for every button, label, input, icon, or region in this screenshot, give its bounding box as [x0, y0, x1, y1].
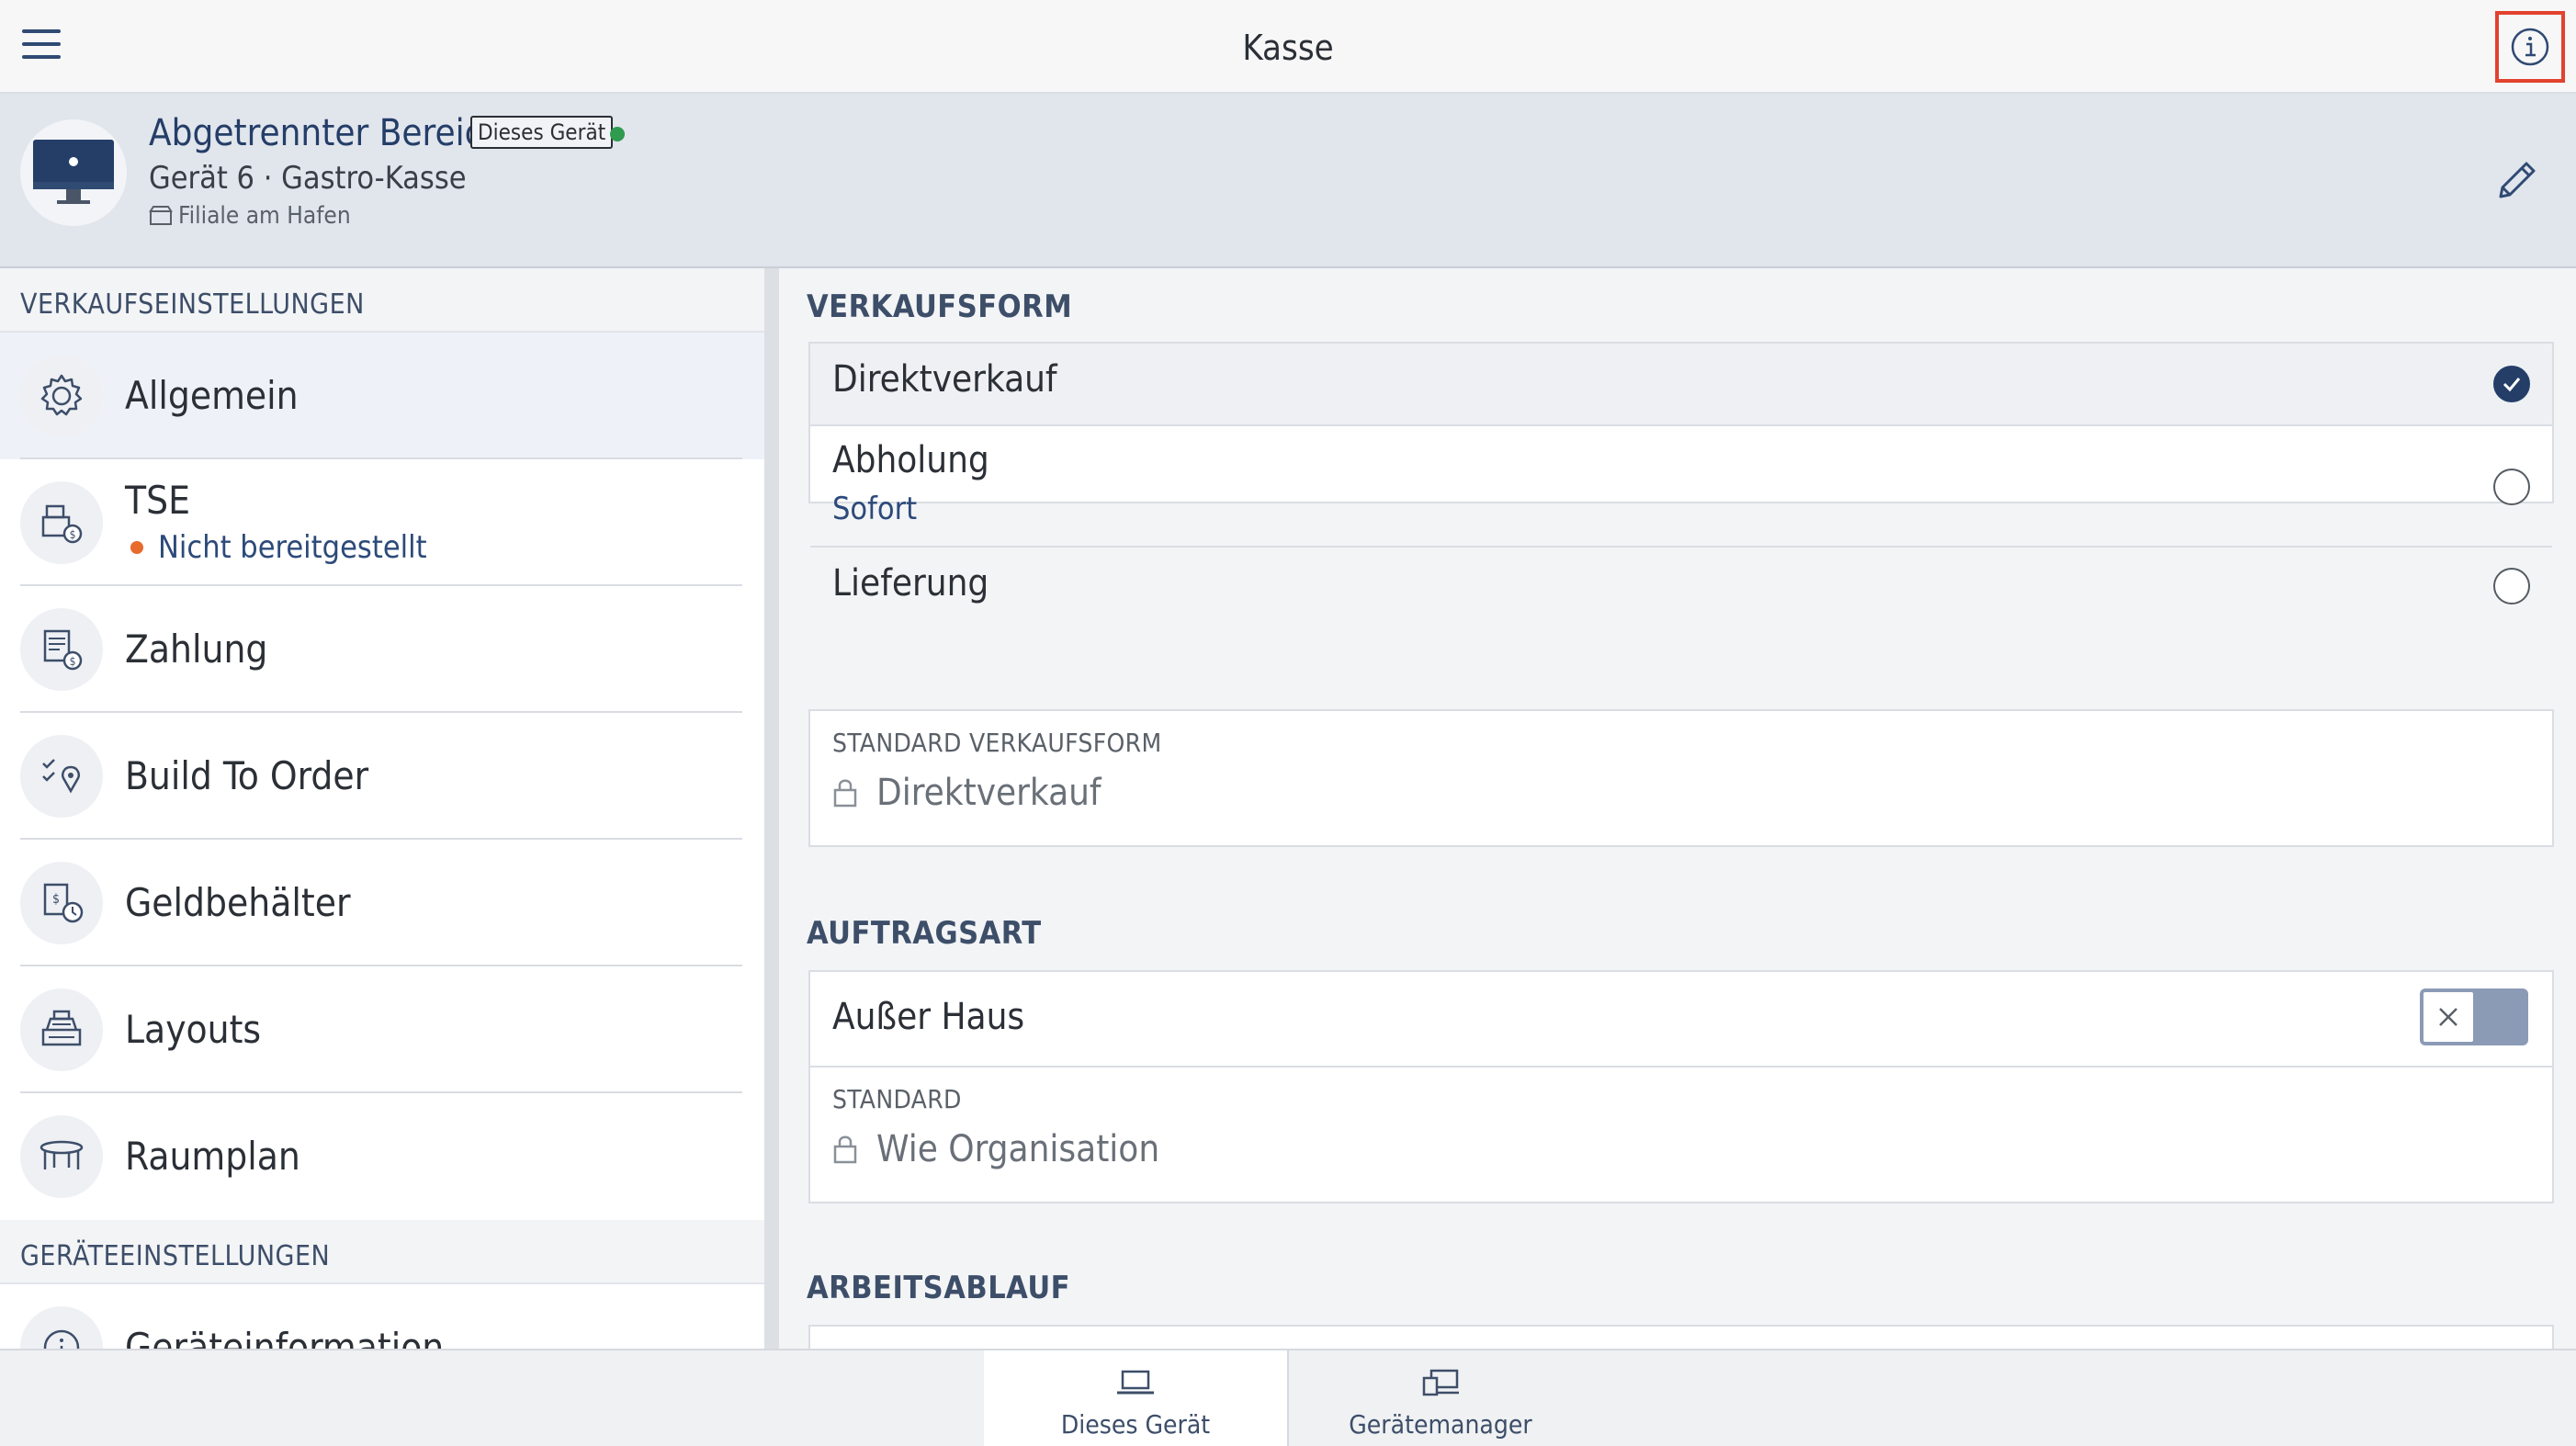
field-label: STANDARD VERKAUFSFORM [832, 728, 1162, 758]
gear-icon [20, 355, 103, 437]
devices-icon [1422, 1369, 1459, 1396]
svg-text:$: $ [70, 655, 76, 668]
sidebar-item-label: Raumplan [125, 1134, 300, 1179]
online-status-dot [610, 127, 625, 141]
sidebar-item-label: TSE [125, 478, 190, 523]
register-layout-icon [20, 988, 103, 1071]
verkaufsform-options: Direktverkauf Abholung Sofort Lieferung [808, 342, 2554, 604]
svg-text:$: $ [70, 528, 76, 541]
device-subtitle: Gerät 6 · Gastro-Kasse [149, 160, 467, 197]
sidebar-item-label: Layouts [125, 1007, 262, 1052]
pencil-icon [2499, 162, 2536, 198]
option-abholung[interactable]: Abholung Sofort [810, 426, 2552, 548]
option-label: Abholung [832, 439, 989, 481]
field-label: STANDARD [832, 1084, 962, 1114]
cash-drawer-icon: $ [20, 862, 103, 944]
ausser-haus-label: Außer Haus [832, 996, 1025, 1038]
page-title: Kasse [1242, 28, 1334, 68]
ausser-haus-toggle[interactable] [2420, 988, 2528, 1045]
close-icon [2422, 990, 2475, 1044]
info-icon [20, 1306, 103, 1349]
device-avatar [20, 119, 127, 226]
verkaufsform-header: VERKAUFSFORM [807, 288, 1073, 325]
sidebar-item-label: Geldbehälter [125, 880, 351, 925]
field-value: Direktverkauf [832, 772, 1102, 814]
this-device-badge: Dieses Gerät [470, 116, 614, 149]
build-to-order-icon [20, 735, 103, 818]
tse-status-text: Nicht bereitgestellt [158, 529, 427, 566]
settings-content: VERKAUFSFORM Direktverkauf Abholung Sofo… [779, 268, 2576, 1349]
sidebar-item-label: Zahlung [125, 627, 268, 672]
imac-icon [33, 140, 114, 204]
panel-splitter[interactable] [764, 268, 779, 1349]
branch-icon [149, 206, 173, 225]
lock-icon [833, 1135, 857, 1164]
option-sublabel: Sofort [832, 491, 918, 527]
device-branch: Filiale am Hafen [149, 202, 351, 230]
arbeitsablauf-card [808, 1325, 2554, 1349]
settings-sidebar: VERKAUFSEINSTELLUNGEN Allgemein $ TSE Ni… [0, 268, 764, 1349]
tse-status: Nicht bereitgestellt [130, 529, 427, 566]
sidebar-item-tse[interactable]: $ TSE Nicht bereitgestellt [0, 459, 764, 586]
tab-label: Gerätemanager [1349, 1409, 1532, 1440]
tab-dieses-geraet[interactable]: Dieses Gerät [984, 1350, 1287, 1446]
branch-label: Filiale am Hafen [178, 202, 351, 230]
option-lieferung[interactable]: Lieferung [810, 548, 2552, 628]
option-direktverkauf[interactable]: Direktverkauf [810, 344, 2552, 426]
sidebar-item-allgemein[interactable]: Allgemein [0, 333, 764, 459]
lock-icon [833, 779, 857, 808]
device-name: Abgetrennter Bereich [149, 112, 504, 154]
sidebar-item-geldbehaelter[interactable]: $ Geldbehälter [0, 840, 764, 966]
edit-device-button[interactable] [2491, 154, 2543, 206]
device-header: Abgetrennter Bereich Dieses Gerät Gerät … [0, 94, 2576, 268]
tab-geraetemanager[interactable]: Gerätemanager [1289, 1350, 1592, 1446]
sidebar-item-label: Build To Order [125, 753, 369, 798]
auftragsart-card: Außer Haus STANDARD Wie Organisation [808, 970, 2554, 1203]
radio-button[interactable] [2493, 568, 2530, 604]
tse-icon: $ [20, 481, 103, 564]
field-value: Wie Organisation [832, 1128, 1159, 1170]
bottom-tab-bar: Dieses Gerät Gerätemanager [0, 1349, 2576, 1446]
arbeitsablauf-header: ARBEITSABLAUF [807, 1270, 1071, 1306]
sales-settings-header: VERKAUFSEINSTELLUNGEN [0, 268, 764, 333]
standard-auftragsart-row: STANDARD Wie Organisation [810, 1068, 2552, 1202]
standard-verkaufsform-field: STANDARD VERKAUFSFORM Direktverkauf [808, 709, 2554, 847]
sidebar-item-zahlung[interactable]: $ Zahlung [0, 586, 764, 713]
info-icon [2511, 28, 2549, 66]
ausser-haus-row: Außer Haus [810, 972, 2552, 1068]
device-settings-header: GERÄTEEINSTELLUNGEN [0, 1220, 764, 1284]
option-label: Direktverkauf [832, 358, 1057, 401]
option-label: Lieferung [832, 562, 989, 604]
radio-checked-icon[interactable] [2493, 366, 2530, 402]
sidebar-item-raumplan[interactable]: Raumplan [0, 1093, 764, 1220]
sidebar-item-label: Allgemein [125, 373, 299, 418]
radio-button[interactable] [2493, 469, 2530, 505]
sidebar-item-label: Geräteinformation [125, 1325, 445, 1349]
info-button[interactable] [2495, 11, 2565, 83]
auftragsart-header: AUFTRAGSART [807, 915, 1042, 952]
laptop-icon [1117, 1370, 1154, 1395]
table-icon [20, 1115, 103, 1198]
standard-verkaufsform-value: Direktverkauf [876, 772, 1102, 814]
svg-text:$: $ [52, 892, 60, 907]
sidebar-item-layouts[interactable]: Layouts [0, 966, 764, 1093]
payment-icon: $ [20, 608, 103, 691]
sidebar-item-geraeteinformation[interactable]: Geräteinformation [0, 1284, 764, 1349]
top-bar: Kasse [0, 0, 2576, 94]
sidebar-item-build-to-order[interactable]: Build To Order [0, 713, 764, 840]
standard-auftragsart-value: Wie Organisation [876, 1128, 1160, 1170]
tab-label: Dieses Gerät [1060, 1409, 1211, 1440]
warning-dot [130, 541, 143, 554]
